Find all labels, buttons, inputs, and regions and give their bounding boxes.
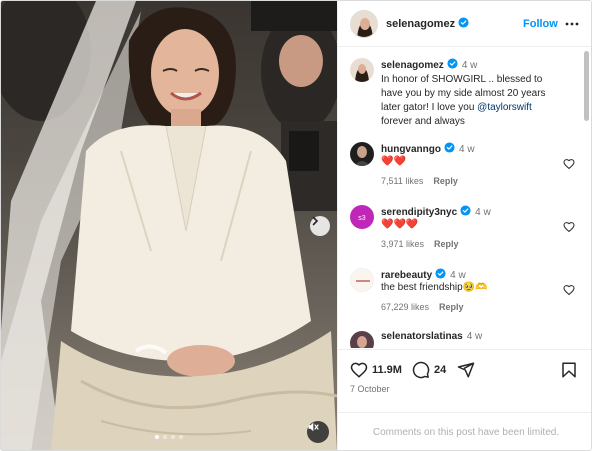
mute-button[interactable] [307,421,329,443]
avatar[interactable] [350,268,374,292]
like-button[interactable]: 11.9M [350,361,402,379]
comment-username[interactable]: selenatorslatinas [381,331,463,342]
like-count[interactable]: 7,511 likes [381,176,423,186]
post-header: selenagomez Follow [338,1,591,47]
comment-header: hungvanngo 4 w [381,142,553,155]
slide-dot [171,435,175,439]
comment-time: 4 w [475,207,491,218]
slide-indicator [155,435,183,439]
avatar[interactable] [350,142,374,166]
heart-icon[interactable] [563,158,575,170]
avatar-image [351,10,377,37]
comment-button[interactable]: 24 [412,361,446,379]
post-media[interactable] [1,1,337,450]
comment-text: the best friendship🥹🫶 [381,282,488,293]
avatar-image [350,331,374,348]
comment-header: serendipity3nyc 4 w [381,205,553,218]
comment-body: serendipity3nyc 4 w ❤️❤️❤️ 3,971 likes Rep… [381,205,553,249]
verified-badge-icon [447,58,458,69]
comment-header: selenatorslatinas 4 w [381,331,553,342]
comment-username[interactable]: selenagomez [381,60,444,71]
bookmark-icon [562,362,576,378]
comment-meta: 3,971 likes Reply [381,239,553,249]
heart-icon[interactable] [563,221,575,233]
reply-button[interactable]: Reply [434,239,459,249]
save-button[interactable] [560,361,578,379]
comment-body: selenagomez 4 w In honor of SHOWGIRL .. b… [381,58,553,129]
more-icon[interactable] [564,16,580,32]
svg-text:s3: s3 [358,215,366,222]
comment-text: ❤️❤️ [381,156,406,167]
post-sidebar: selenagomez Follow selenagomez 4 w In ho… [337,1,591,450]
caption-text: selenagomez 4 w In honor of SHOWGIRL .. b… [381,58,553,129]
heart-icon[interactable] [563,284,575,296]
post-date[interactable]: 7 October [350,384,390,394]
avatar-image [350,142,374,166]
comment-username[interactable]: hungvanngo [381,144,441,155]
verified-badge-icon [435,268,446,279]
like-count[interactable]: 67,229 likes [381,302,429,312]
comment-header: rarebeauty 4 w [381,268,553,281]
reply-button[interactable]: Reply [439,302,464,312]
avatar[interactable]: s3 [350,205,374,229]
comment-body: selenatorslatinas 4 w [381,331,553,342]
like-count[interactable]: 3,971 likes [381,239,424,249]
avatar-image: s3 [350,205,374,229]
post-modal: selenagomez Follow selenagomez 4 w In ho… [0,0,592,451]
mute-icon [308,422,319,432]
scrollbar-thumb[interactable] [584,51,589,121]
mention-link[interactable]: @taylorswift [477,102,532,113]
comment-time: 4 w [450,270,466,281]
comment-username[interactable]: rarebeauty [381,270,432,281]
reply-button[interactable]: Reply [433,176,458,186]
slide-dot [155,435,159,439]
comment-text: ❤️❤️❤️ [381,219,419,230]
follow-button[interactable]: Follow [523,18,558,30]
avatar-image [351,269,373,291]
avatar[interactable] [350,331,374,348]
comment-meta: 7,511 likes Reply [381,176,553,186]
comment-body: hungvanngo 4 w ❤️❤️ 7,511 likes Reply [381,142,553,186]
comments-limited-notice: Comments on this post have been limited. [338,412,591,450]
comment-body: rarebeauty 4 w the best friendship🥹🫶 67,2… [381,268,553,312]
avatar[interactable] [350,58,374,82]
comment-meta: 67,229 likes Reply [381,302,553,312]
likes-count[interactable]: 11.9M [372,364,402,376]
comments-scrollbar[interactable] [582,49,590,349]
author-avatar[interactable] [350,9,378,38]
author-username-text[interactable]: selenagomez [386,18,455,30]
comment-time: 4 w [459,144,475,155]
share-icon [457,362,475,378]
verified-badge-icon [460,205,471,216]
comments-count[interactable]: 24 [434,364,446,376]
author-username[interactable]: selenagomez [386,17,469,30]
slide-dot [163,435,167,439]
chevron-right-icon [312,216,319,226]
comment-username[interactable]: serendipity3nyc [381,207,457,218]
avatar-image [350,58,374,82]
comments-list[interactable]: selenagomez 4 w In honor of SHOWGIRL .. b… [338,48,583,348]
caption-body-end: forever and always [381,116,465,127]
verified-badge-icon [458,17,469,28]
share-button[interactable] [457,361,475,379]
comment-time: 4 w [466,331,483,342]
comment-time: 4 w [461,60,478,71]
heart-icon [350,362,368,378]
next-slide-button[interactable] [310,216,330,236]
comment-icon [412,361,430,379]
slide-dot [179,435,183,439]
verified-badge-icon [444,142,455,153]
post-photo [1,1,337,450]
